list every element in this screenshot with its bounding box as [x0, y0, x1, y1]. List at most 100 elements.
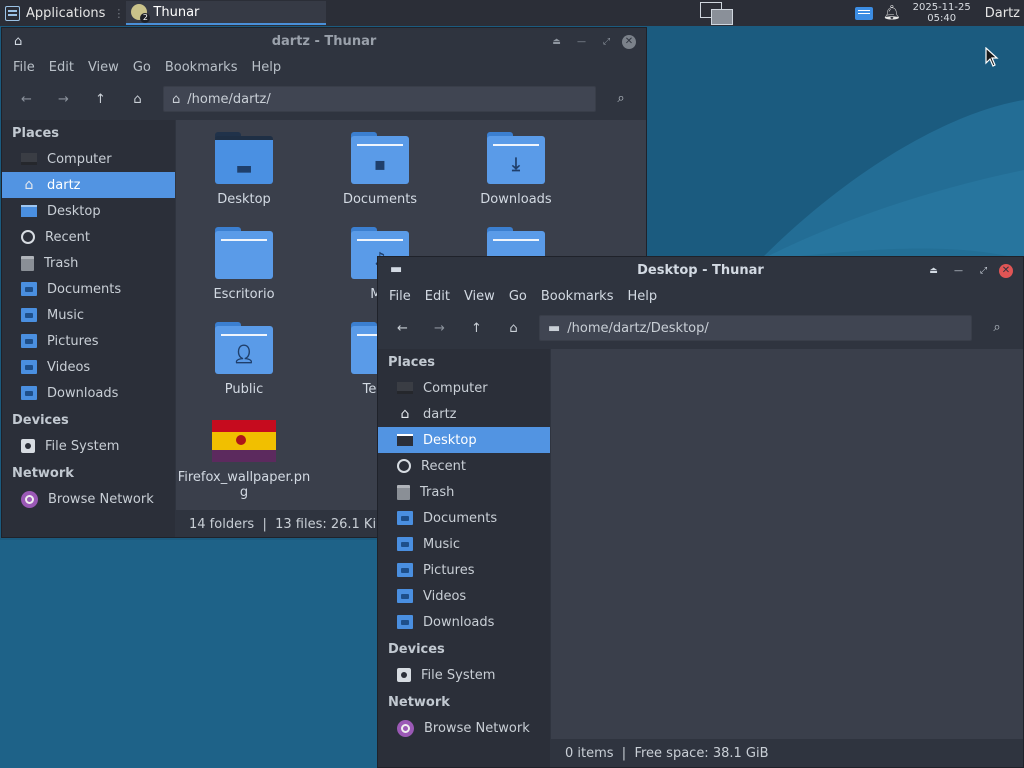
- file-label: Downloads: [480, 192, 552, 207]
- applications-menu-button[interactable]: Applications: [0, 0, 111, 26]
- thunar-window-desktop[interactable]: ▬ Desktop - Thunar ⏏ — ⤢ ✕ File Edit Vie…: [377, 256, 1024, 768]
- sidebar-item-dartz[interactable]: ⌂ dartz: [2, 172, 175, 198]
- folder-pictures-icon: [397, 563, 413, 577]
- sidebar-item-label: dartz: [47, 177, 81, 193]
- file-item-public[interactable]: 👤︎ Public: [176, 322, 312, 397]
- shade-button[interactable]: ⏏: [924, 261, 943, 280]
- sidebar-item-pictures[interactable]: Pictures: [2, 328, 175, 354]
- top-panel: Applications ⋮ 2 Thunar 🔔︎ 2025-11-25 05…: [0, 0, 1024, 26]
- status-text: 14 folders | 13 files: 26.1 Ki: [189, 516, 377, 532]
- image-thumbnail: [212, 420, 276, 463]
- sidebar-item-computer[interactable]: Computer: [378, 375, 550, 401]
- back-button[interactable]: ←: [384, 321, 421, 336]
- shade-button[interactable]: ⏏: [547, 32, 566, 51]
- file-view[interactable]: [551, 349, 1023, 739]
- menu-go[interactable]: Go: [132, 60, 158, 75]
- location-bar[interactable]: ▬ /home/dartz/Desktop/: [539, 315, 972, 341]
- sidebar-item-desktop[interactable]: Desktop: [2, 198, 175, 224]
- maximize-button[interactable]: ⤢: [597, 32, 616, 51]
- file-item-firefox-wallpaper[interactable]: Firefox_wallpaper.png: [176, 420, 312, 500]
- search-button[interactable]: ⌕: [987, 320, 1007, 335]
- back-button[interactable]: ←: [8, 92, 45, 107]
- taskbar-label: Thunar: [153, 4, 200, 20]
- minimize-button[interactable]: —: [949, 261, 968, 280]
- taskbar-button-thunar[interactable]: 2 Thunar: [126, 1, 327, 25]
- sidebar-item-trash[interactable]: Trash: [2, 250, 175, 276]
- search-button[interactable]: ⌕: [611, 91, 631, 106]
- sidebar-item-music[interactable]: Music: [2, 302, 175, 328]
- sidebar-item-computer[interactable]: Computer: [2, 146, 175, 172]
- forward-button[interactable]: →: [45, 92, 82, 107]
- sidebar-item-recent[interactable]: Recent: [2, 224, 175, 250]
- file-item-downloads[interactable]: ⤓ Downloads: [448, 132, 584, 207]
- minimize-button[interactable]: —: [572, 32, 591, 51]
- menu-file[interactable]: File: [12, 60, 42, 75]
- location-bar[interactable]: ⌂ /home/dartz/: [163, 86, 596, 112]
- sidebar-item-label: Desktop: [47, 203, 101, 219]
- menu-bookmarks[interactable]: Bookmarks: [540, 289, 621, 304]
- sidebar-item-label: Videos: [47, 359, 91, 375]
- workspace-switcher[interactable]: [700, 2, 734, 25]
- sidebar-item-label: Desktop: [423, 432, 477, 448]
- home-button[interactable]: ⌂: [495, 321, 532, 336]
- sidebar-heading-network: Network: [388, 694, 450, 710]
- title-bar[interactable]: ▬ Desktop - Thunar ⏏ — ⤢ ✕: [378, 257, 1023, 283]
- sidebar-item-trash[interactable]: Trash: [378, 479, 550, 505]
- menu-go[interactable]: Go: [508, 289, 534, 304]
- file-item-desktop[interactable]: ▬ Desktop: [176, 132, 312, 207]
- clock-icon: [397, 459, 411, 473]
- clock-icon: [21, 230, 35, 244]
- menu-edit[interactable]: Edit: [48, 60, 81, 75]
- sidebar-item-label: Browse Network: [424, 720, 530, 736]
- menu-edit[interactable]: Edit: [424, 289, 457, 304]
- sidebar-item-label: Recent: [45, 229, 90, 245]
- file-label: Desktop: [217, 192, 271, 207]
- sidebar-item-browse-network[interactable]: Browse Network: [2, 486, 175, 512]
- up-button[interactable]: ↑: [82, 92, 119, 107]
- title-bar[interactable]: ⌂ dartz - Thunar ⏏ — ⤢ ✕: [2, 28, 646, 54]
- home-icon: ⌂: [400, 406, 410, 422]
- menu-help[interactable]: Help: [626, 289, 664, 304]
- sidebar-item-file-system[interactable]: File System: [2, 433, 175, 459]
- workspace-2[interactable]: [711, 9, 733, 25]
- sidebar-item-desktop[interactable]: Desktop: [378, 427, 550, 453]
- sidebar-item-label: Browse Network: [48, 491, 154, 507]
- sidebar-item-downloads[interactable]: Downloads: [2, 380, 175, 406]
- sidebar-item-file-system[interactable]: File System: [378, 662, 550, 688]
- clock[interactable]: 2025-11-25 05:40: [913, 2, 971, 24]
- menu-bar: File Edit View Go Bookmarks Help: [378, 285, 1023, 307]
- sidebar-item-dartz[interactable]: ⌂ dartz: [378, 401, 550, 427]
- forward-button[interactable]: →: [421, 321, 458, 336]
- sidebar-item-videos[interactable]: Videos: [378, 583, 550, 609]
- sidebar-item-label: Videos: [423, 588, 467, 604]
- window-count-badge: 2: [140, 13, 151, 23]
- sidebar-item-recent[interactable]: Recent: [378, 453, 550, 479]
- sidebar-item-label: File System: [421, 667, 496, 683]
- sidebar-item-browse-network[interactable]: Browse Network: [378, 715, 550, 741]
- panel-separator: ⋮: [113, 6, 125, 20]
- sidebar-item-downloads[interactable]: Downloads: [378, 609, 550, 635]
- keyboard-icon[interactable]: [854, 6, 873, 20]
- close-button[interactable]: ✕: [622, 34, 636, 49]
- sidebar-item-music[interactable]: Music: [378, 531, 550, 557]
- sidebar-item-videos[interactable]: Videos: [2, 354, 175, 380]
- close-button[interactable]: ✕: [999, 263, 1013, 278]
- menu-view[interactable]: View: [87, 60, 126, 75]
- menu-file[interactable]: File: [388, 289, 418, 304]
- sidebar-item-documents[interactable]: Documents: [2, 276, 175, 302]
- menu-view[interactable]: View: [463, 289, 502, 304]
- menu-bookmarks[interactable]: Bookmarks: [164, 60, 245, 75]
- desktop-icon: ▬: [548, 320, 561, 336]
- home-button[interactable]: ⌂: [119, 92, 156, 107]
- user-menu[interactable]: Dartz: [985, 6, 1020, 21]
- sidebar-item-pictures[interactable]: Pictures: [378, 557, 550, 583]
- up-button[interactable]: ↑: [458, 321, 495, 336]
- menu-help[interactable]: Help: [250, 60, 288, 75]
- notification-bell-icon[interactable]: 🔔︎: [883, 5, 901, 21]
- file-item-documents[interactable]: ▪ Documents: [312, 132, 448, 207]
- file-item-escritorio[interactable]: Escritorio: [176, 227, 312, 302]
- maximize-button[interactable]: ⤢: [974, 261, 993, 280]
- sidebar-heading-devices: Devices: [388, 641, 445, 657]
- sidebar-item-documents[interactable]: Documents: [378, 505, 550, 531]
- sidebar-item-label: Trash: [420, 484, 455, 500]
